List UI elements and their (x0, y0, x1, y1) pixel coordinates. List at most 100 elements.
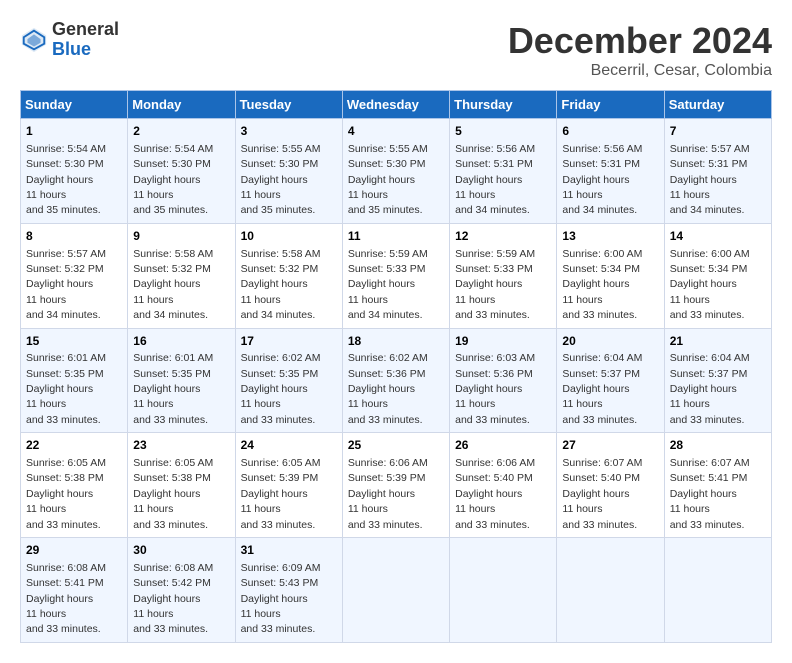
calendar-cell: 22Sunrise: 6:05 AMSunset: 5:38 PMDayligh… (21, 433, 128, 538)
calendar-cell: 20Sunrise: 6:04 AMSunset: 5:37 PMDayligh… (557, 328, 664, 433)
day-info: Sunrise: 5:56 AMSunset: 5:31 PMDaylight … (455, 143, 535, 217)
calendar-cell: 2 Sunrise: 5:54 AMSunset: 5:30 PMDaylight… (128, 119, 235, 224)
day-number: 16 (133, 333, 229, 350)
calendar-cell: 6 Sunrise: 5:56 AMSunset: 5:31 PMDaylight… (557, 119, 664, 224)
day-number: 4 (348, 123, 444, 140)
day-number: 25 (348, 437, 444, 454)
calendar-cell: 8Sunrise: 5:57 AMSunset: 5:32 PMDaylight… (21, 223, 128, 328)
day-info: Sunrise: 5:55 AMSunset: 5:30 PMDaylight … (348, 143, 428, 217)
calendar-cell: 17 Sunrise: 6:02 AMSunset: 5:35 PMDayligh… (235, 328, 342, 433)
day-number: 23 (133, 437, 229, 454)
location: Becerril, Cesar, Colombia (508, 62, 772, 80)
calendar-cell: 16 Sunrise: 6:01 AMSunset: 5:35 PMDayligh… (128, 328, 235, 433)
calendar-header-row: SundayMondayTuesdayWednesdayThursdayFrid… (21, 91, 772, 119)
day-info: Sunrise: 6:01 AMSunset: 5:35 PMDaylight … (133, 352, 213, 426)
header-sunday: Sunday (21, 91, 128, 119)
day-info: Sunrise: 5:59 AMSunset: 5:33 PMDaylight … (348, 248, 428, 322)
day-info: Sunrise: 5:58 AMSunset: 5:32 PMDaylight … (241, 248, 321, 322)
calendar-week-row: 29 Sunrise: 6:08 AMSunset: 5:41 PMDayligh… (21, 538, 772, 643)
day-info: Sunrise: 6:04 AMSunset: 5:37 PMDaylight … (670, 352, 750, 426)
day-number: 24 (241, 437, 337, 454)
day-info: Sunrise: 6:05 AMSunset: 5:38 PMDaylight … (133, 457, 213, 531)
day-info: Sunrise: 6:02 AMSunset: 5:36 PMDaylight … (348, 352, 428, 426)
calendar-cell: 28 Sunrise: 6:07 AMSunset: 5:41 PMDayligh… (664, 433, 771, 538)
day-number: 12 (455, 228, 551, 245)
day-number: 17 (241, 333, 337, 350)
day-info: Sunrise: 6:09 AMSunset: 5:43 PMDaylight … (241, 562, 321, 636)
calendar-cell: 11Sunrise: 5:59 AMSunset: 5:33 PMDayligh… (342, 223, 449, 328)
day-number: 14 (670, 228, 766, 245)
day-info: Sunrise: 6:05 AMSunset: 5:39 PMDaylight … (241, 457, 321, 531)
day-number: 19 (455, 333, 551, 350)
day-number: 28 (670, 437, 766, 454)
calendar-week-row: 15 Sunrise: 6:01 AMSunset: 5:35 PMDayligh… (21, 328, 772, 433)
day-number: 30 (133, 542, 229, 559)
calendar-cell: 21 Sunrise: 6:04 AMSunset: 5:37 PMDayligh… (664, 328, 771, 433)
day-number: 3 (241, 123, 337, 140)
calendar-cell: 9 Sunrise: 5:58 AMSunset: 5:32 PMDaylight… (128, 223, 235, 328)
header-wednesday: Wednesday (342, 91, 449, 119)
calendar-cell: 23 Sunrise: 6:05 AMSunset: 5:38 PMDayligh… (128, 433, 235, 538)
day-info: Sunrise: 6:06 AMSunset: 5:40 PMDaylight … (455, 457, 535, 531)
day-info: Sunrise: 6:03 AMSunset: 5:36 PMDaylight … (455, 352, 535, 426)
day-info: Sunrise: 6:08 AMSunset: 5:42 PMDaylight … (133, 562, 213, 636)
calendar-cell: 13Sunrise: 6:00 AMSunset: 5:34 PMDayligh… (557, 223, 664, 328)
calendar-cell: 26Sunrise: 6:06 AMSunset: 5:40 PMDayligh… (450, 433, 557, 538)
calendar-cell: 3Sunrise: 5:55 AMSunset: 5:30 PMDaylight… (235, 119, 342, 224)
day-number: 9 (133, 228, 229, 245)
day-number: 10 (241, 228, 337, 245)
day-info: Sunrise: 6:08 AMSunset: 5:41 PMDaylight … (26, 562, 106, 636)
calendar-week-row: 8Sunrise: 5:57 AMSunset: 5:32 PMDaylight… (21, 223, 772, 328)
day-info: Sunrise: 6:01 AMSunset: 5:35 PMDaylight … (26, 352, 106, 426)
title-section: December 2024 Becerril, Cesar, Colombia (508, 20, 772, 80)
calendar-table: SundayMondayTuesdayWednesdayThursdayFrid… (20, 90, 772, 643)
day-number: 13 (562, 228, 658, 245)
day-info: Sunrise: 6:04 AMSunset: 5:37 PMDaylight … (562, 352, 642, 426)
day-number: 27 (562, 437, 658, 454)
calendar-cell: 19 Sunrise: 6:03 AMSunset: 5:36 PMDayligh… (450, 328, 557, 433)
calendar-cell: 15 Sunrise: 6:01 AMSunset: 5:35 PMDayligh… (21, 328, 128, 433)
day-info: Sunrise: 6:07 AMSunset: 5:41 PMDaylight … (670, 457, 750, 531)
calendar-cell: 31Sunrise: 6:09 AMSunset: 5:43 PMDayligh… (235, 538, 342, 643)
day-info: Sunrise: 6:00 AMSunset: 5:34 PMDaylight … (670, 248, 750, 322)
day-number: 18 (348, 333, 444, 350)
calendar-cell: 4 Sunrise: 5:55 AMSunset: 5:30 PMDaylight… (342, 119, 449, 224)
calendar-cell: 5 Sunrise: 5:56 AMSunset: 5:31 PMDaylight… (450, 119, 557, 224)
calendar-cell: 29 Sunrise: 6:08 AMSunset: 5:41 PMDayligh… (21, 538, 128, 643)
calendar-cell: 24 Sunrise: 6:05 AMSunset: 5:39 PMDayligh… (235, 433, 342, 538)
day-number: 7 (670, 123, 766, 140)
day-info: Sunrise: 6:06 AMSunset: 5:39 PMDaylight … (348, 457, 428, 531)
header-friday: Friday (557, 91, 664, 119)
calendar-cell (450, 538, 557, 643)
header-thursday: Thursday (450, 91, 557, 119)
day-info: Sunrise: 5:58 AMSunset: 5:32 PMDaylight … (133, 248, 213, 322)
logo-general: General (52, 20, 119, 40)
day-number: 29 (26, 542, 122, 559)
day-number: 2 (133, 123, 229, 140)
day-number: 22 (26, 437, 122, 454)
day-info: Sunrise: 6:02 AMSunset: 5:35 PMDaylight … (241, 352, 321, 426)
calendar-cell (342, 538, 449, 643)
calendar-cell (557, 538, 664, 643)
day-number: 15 (26, 333, 122, 350)
month-title: December 2024 (508, 20, 772, 62)
day-number: 1 (26, 123, 122, 140)
logo-text: General Blue (52, 20, 119, 60)
day-number: 21 (670, 333, 766, 350)
calendar-week-row: 1 Sunrise: 5:54 AMSunset: 5:30 PMDaylight… (21, 119, 772, 224)
day-info: Sunrise: 6:07 AMSunset: 5:40 PMDaylight … (562, 457, 642, 531)
page-header: General Blue December 2024 Becerril, Ces… (20, 20, 772, 80)
day-info: Sunrise: 5:57 AMSunset: 5:31 PMDaylight … (670, 143, 750, 217)
calendar-cell: 27 Sunrise: 6:07 AMSunset: 5:40 PMDayligh… (557, 433, 664, 538)
calendar-cell: 30 Sunrise: 6:08 AMSunset: 5:42 PMDayligh… (128, 538, 235, 643)
day-number: 6 (562, 123, 658, 140)
day-info: Sunrise: 5:54 AMSunset: 5:30 PMDaylight … (133, 143, 213, 217)
calendar-cell: 18 Sunrise: 6:02 AMSunset: 5:36 PMDayligh… (342, 328, 449, 433)
calendar-cell: 1Sunrise: 5:54 AMSunset: 5:30 PMDaylight… (21, 119, 128, 224)
day-info: Sunrise: 5:56 AMSunset: 5:31 PMDaylight … (562, 143, 642, 217)
logo: General Blue (20, 20, 119, 60)
calendar-cell: 10 Sunrise: 5:58 AMSunset: 5:32 PMDayligh… (235, 223, 342, 328)
day-number: 5 (455, 123, 551, 140)
day-info: Sunrise: 5:59 AMSunset: 5:33 PMDaylight … (455, 248, 535, 322)
day-number: 8 (26, 228, 122, 245)
